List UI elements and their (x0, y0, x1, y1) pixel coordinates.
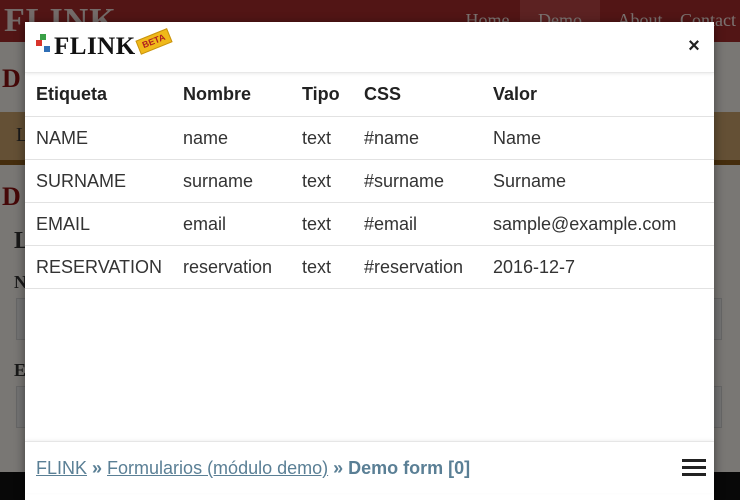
cell-tipo: text (302, 202, 364, 246)
column-header-etiqueta: Etiqueta (36, 84, 108, 104)
cell-etiqueta: NAME (25, 116, 183, 160)
cell-valor: sample@example.com (493, 202, 714, 246)
modal-footer: FLINK » Formularios (módulo demo) » Demo… (25, 441, 714, 493)
column-header-nombre: Nombre (183, 84, 252, 104)
form-data-modal: FLINK BETA × Etiqueta Nombre Tipo CSS Va… (25, 22, 714, 500)
cell-etiqueta: EMAIL (25, 202, 183, 246)
cell-nombre: surname (183, 159, 302, 203)
table-row: SURNAME surname text #surname Surname (25, 159, 714, 203)
table-row: NAME name text #name Name (25, 116, 714, 160)
cell-tipo: text (302, 116, 364, 160)
modal-header: FLINK BETA × (25, 22, 714, 73)
flink-logo-icon (36, 34, 50, 52)
table-row: RESERVATION reservation text #reservatio… (25, 245, 714, 289)
cell-nombre: name (183, 116, 302, 160)
column-header-tipo: Tipo (302, 84, 340, 104)
cell-valor: 2016-12-7 (493, 245, 714, 289)
cell-nombre: email (183, 202, 302, 246)
cell-css: #email (364, 202, 493, 246)
column-header-css: CSS (364, 84, 402, 104)
column-header-valor: Valor (493, 84, 538, 104)
breadcrumb-separator: » (92, 458, 108, 478)
cell-nombre: reservation (183, 245, 302, 289)
table-header-row: Etiqueta Nombre Tipo CSS Valor (25, 73, 714, 117)
cell-tipo: text (302, 245, 364, 289)
hamburger-menu-icon[interactable] (682, 458, 706, 478)
breadcrumb-link-formularios[interactable]: Formularios (módulo demo) (107, 458, 328, 478)
breadcrumb-link-flink[interactable]: FLINK (36, 458, 87, 478)
close-icon[interactable]: × (684, 35, 704, 57)
beta-badge: BETA (135, 28, 173, 55)
cell-css: #reservation (364, 245, 493, 289)
cell-css: #name (364, 116, 493, 160)
cell-valor: Surname (493, 159, 714, 203)
cell-etiqueta: RESERVATION (25, 245, 183, 289)
breadcrumb-separator: » (333, 458, 349, 478)
cell-tipo: text (302, 159, 364, 203)
cell-etiqueta: SURNAME (25, 159, 183, 203)
table-row: EMAIL email text #email sample@example.c… (25, 202, 714, 246)
cell-css: #surname (364, 159, 493, 203)
breadcrumb: FLINK » Formularios (módulo demo) » Demo… (36, 458, 470, 479)
cell-valor: Name (493, 116, 714, 160)
breadcrumb-current: Demo form [0] (348, 458, 471, 478)
form-fields-table: Etiqueta Nombre Tipo CSS Valor NAME name… (25, 73, 714, 289)
modal-logo-text: FLINK (54, 33, 136, 60)
